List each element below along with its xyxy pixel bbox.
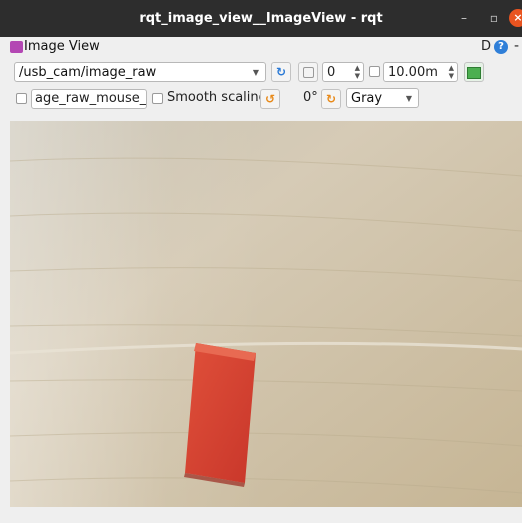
mouse-publish-checkbox[interactable] [16,93,27,104]
spin-arrows-icon[interactable]: ▲ ▼ [449,64,454,80]
mouse-topic-input[interactable]: age_raw_mouse_left [31,89,147,109]
help-icon[interactable]: ? [494,40,508,54]
status-bar [0,507,522,523]
minimize-icon[interactable]: – [455,9,473,27]
maximize-icon[interactable]: ▫ [485,9,503,27]
minimize-plugin-button[interactable]: - [514,38,519,54]
topic-combo[interactable]: /usb_cam/image_raw ▼ [14,62,266,82]
rotate-left-button[interactable]: ↺ [260,89,280,109]
rotate-left-icon: ↺ [264,92,276,106]
rotation-label: 0° [303,90,318,105]
image-view-icon [10,41,23,53]
spin-arrows-icon[interactable]: ▲ ▼ [355,64,360,80]
plugin-title: Image View [24,39,100,54]
frames-value: 0 [327,65,336,80]
rotate-right-icon: ↻ [325,92,337,106]
chevron-down-icon: ▼ [405,94,412,103]
pause-icon [302,67,314,78]
timeout-value: 10.00m [388,65,438,80]
smooth-scaling-label: Smooth scaling [167,90,267,105]
refresh-topics-button[interactable]: ↻ [271,62,291,82]
save-icon [467,67,481,79]
rotate-right-button[interactable]: ↻ [321,89,341,109]
timeout-checkbox[interactable] [369,66,380,77]
topic-value: /usb_cam/image_raw [19,65,157,80]
smooth-scaling-checkbox[interactable] [152,93,163,104]
camera-frame-image [10,121,522,507]
color-scheme-combo[interactable]: Gray ▼ [346,88,419,108]
mouse-topic-value: age_raw_mouse_left [35,91,147,106]
window-titlebar: rqt_image_view__ImageView - rqt – ▫ × [0,0,522,37]
frames-spinbox[interactable]: 0 ▲ ▼ [322,62,364,82]
window-title: rqt_image_view__ImageView - rqt [139,11,383,26]
pause-button[interactable] [298,62,318,82]
refresh-icon: ↻ [275,65,287,79]
plugin-header: Image View D ? - [0,37,522,59]
detach-button[interactable]: D [481,39,491,54]
chevron-down-icon: ▼ [252,68,259,77]
color-scheme-value: Gray [351,91,383,106]
save-image-button[interactable] [464,62,484,82]
close-icon[interactable]: × [509,9,522,27]
camera-image[interactable] [10,121,522,507]
timeout-spinbox[interactable]: 10.00m ▲ ▼ [383,62,458,82]
